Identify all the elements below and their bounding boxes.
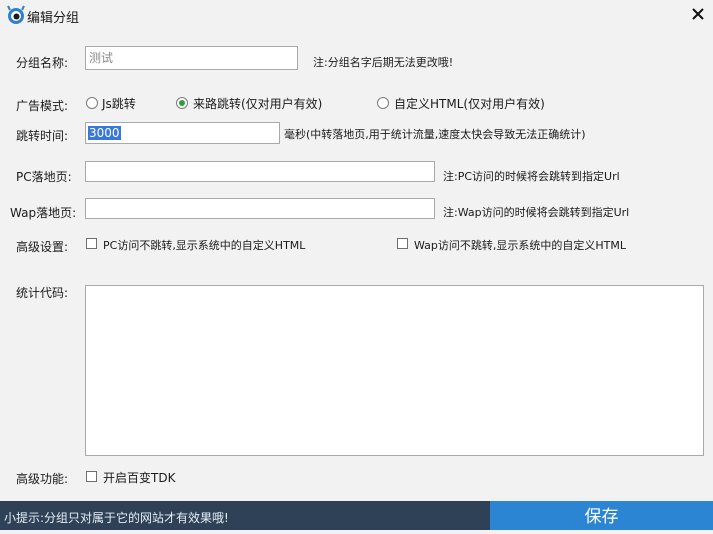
jump-time-value: 3000 [88, 126, 121, 140]
checkbox-tdk-label[interactable]: 开启百变TDK [103, 469, 175, 486]
radio-js-jump-label[interactable]: Js跳转 [102, 95, 136, 112]
save-button[interactable]: 保存 [490, 501, 713, 530]
jump-time-input[interactable]: 3000 [85, 122, 280, 144]
advanced-features-label: 高级功能: [16, 472, 69, 486]
stats-code-textarea[interactable] [85, 285, 704, 456]
ad-mode-label: 广告模式: [16, 99, 69, 113]
checkbox-pc-no-jump[interactable] [86, 238, 97, 249]
eye-logo-icon [7, 5, 25, 24]
footer-bar: 小提示:分组只对属于它的网站才有效果哦! 保存 [0, 501, 713, 530]
checkbox-wap-no-jump[interactable] [397, 238, 408, 249]
radio-js-jump[interactable] [86, 97, 98, 109]
title-bar: 编辑分组 [0, 0, 713, 32]
jump-time-label: 跳转时间: [16, 129, 69, 143]
pc-landing-note: 注:PC访问的时候将会跳转到指定Url [443, 170, 620, 183]
radio-referer-jump-label[interactable]: 来路跳转(仅对用户有效) [193, 95, 322, 112]
wap-landing-input[interactable] [85, 198, 435, 219]
window-title: 编辑分组 [27, 11, 80, 26]
wap-landing-note: 注:Wap访问的时候将会跳转到指定Url [443, 206, 630, 219]
group-name-note: 注:分组名字后期无法更改哦! [313, 56, 454, 69]
checkbox-pc-no-jump-label[interactable]: PC访问不跳转,显示系统中的自定义HTML [103, 237, 305, 253]
footer-tip: 小提示:分组只对属于它的网站才有效果哦! [4, 511, 229, 525]
radio-custom-html[interactable] [377, 97, 389, 109]
jump-time-note: 毫秒(中转落地页,用于统计流量,速度太快会导致无法正确统计) [284, 128, 586, 141]
pc-landing-label: PC落地页: [16, 170, 72, 184]
radio-custom-html-label[interactable]: 自定义HTML(仅对用户有效) [394, 95, 545, 112]
close-icon[interactable] [690, 6, 706, 22]
checkbox-wap-no-jump-label[interactable]: Wap访问不跳转,显示系统中的自定义HTML [414, 237, 626, 253]
radio-referer-jump[interactable] [176, 97, 188, 109]
checkbox-tdk[interactable] [86, 471, 97, 482]
advanced-settings-label: 高级设置: [16, 240, 69, 254]
stats-code-label: 统计代码: [16, 286, 69, 300]
group-name-input[interactable] [85, 46, 298, 70]
pc-landing-input[interactable] [85, 161, 435, 182]
wap-landing-label: Wap落地页: [10, 206, 77, 220]
group-name-label: 分组名称: [16, 56, 69, 70]
